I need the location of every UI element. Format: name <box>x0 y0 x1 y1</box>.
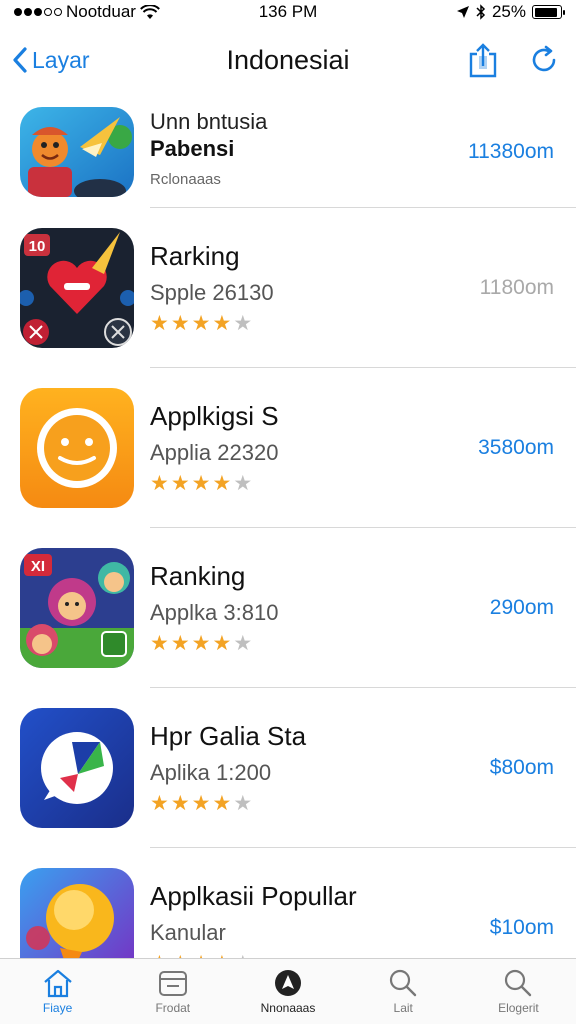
star-empty-icon: ★ <box>233 632 253 655</box>
star-full-icon: ★ <box>191 632 211 655</box>
star-full-icon: ★ <box>212 792 232 815</box>
app-price[interactable]: 290om <box>490 596 554 620</box>
tab-frodat[interactable]: Frodat <box>115 959 230 1024</box>
app-price[interactable]: 11380om <box>468 140 554 164</box>
app-row[interactable]: 10 Rarking Spple 26130 ★ ★ ★ ★ ★ 1180om <box>0 208 576 368</box>
star-rating: ★★★★★ <box>150 792 576 816</box>
tab-label: Elogerit <box>498 1001 539 1015</box>
app-row[interactable]: XI Ranking Applka 3:810 ★ ★ ★ ★ ★ 290om <box>0 528 576 688</box>
back-label: Layar <box>32 46 90 73</box>
chevron-left-icon <box>13 47 27 73</box>
app-icon-smiley <box>20 388 134 508</box>
star-full-icon: ★ <box>150 312 169 335</box>
app-row[interactable]: Unn bntusia Pabensi Rclonaaas 11380om <box>0 96 576 208</box>
share-icon <box>469 43 497 78</box>
app-row[interactable]: Applkigsi S Applia 22320 ★ ★ ★ ★ ★ 3580om <box>0 368 576 528</box>
nav-actions <box>468 42 564 78</box>
app-list: Unn bntusia Pabensi Rclonaaas 11380om 10 <box>0 96 576 958</box>
navigation-icon <box>275 970 301 996</box>
app-name: Ranking <box>150 561 246 591</box>
tab-home[interactable]: Fiaye <box>0 959 115 1024</box>
back-button[interactable]: Layar <box>12 46 90 74</box>
star-rating: ★★★★★ <box>150 312 576 336</box>
tab-label: Fiaye <box>42 1001 73 1015</box>
search-icon <box>390 969 417 997</box>
app-icon-cartoon-characters: XI <box>20 548 134 668</box>
star-full-icon: ★ <box>170 792 190 815</box>
svg-text:XI: XI <box>31 558 45 575</box>
battery-fill <box>534 7 557 17</box>
app-price[interactable]: $80om <box>490 756 554 780</box>
star-full-icon: ★ <box>170 472 190 495</box>
search-icon <box>505 969 532 997</box>
refresh-icon <box>532 45 556 72</box>
star-full-icon: ★ <box>191 792 211 815</box>
star-full-icon: ★ <box>170 632 190 655</box>
app-icon-character-rocket <box>20 107 134 197</box>
navigation-bar: Layar Indonesiai <box>0 32 576 88</box>
signal-strength-icon <box>14 8 62 16</box>
battery-icon <box>532 5 565 19</box>
star-empty-icon: ★ <box>233 472 253 495</box>
star-half-icon: ★ <box>212 632 232 655</box>
app-name: Applkasii Popullar <box>150 881 357 911</box>
app-name: Rarking <box>150 241 240 271</box>
app-price[interactable]: 3580om <box>478 436 554 460</box>
location-arrow-icon <box>456 6 469 18</box>
status-bar: Nootduar 136 PM 25% <box>0 0 576 24</box>
app-price[interactable]: 1180om <box>480 276 554 300</box>
app-icon-heart-game: 10 <box>20 228 134 348</box>
app-name: Unn bntusia <box>150 109 268 134</box>
star-full-icon: ★ <box>150 632 169 655</box>
status-right: 25% <box>456 2 565 22</box>
star-full-icon: ★ <box>212 472 232 495</box>
app-name: Hpr Galia Sta <box>150 721 307 751</box>
app-price[interactable]: $10om <box>490 916 554 940</box>
tab-nnonaaas[interactable]: Nnonaaas <box>230 959 345 1024</box>
star-full-icon: ★ <box>191 312 211 335</box>
calendar-icon <box>158 971 187 996</box>
star-rating: ★★★★★ <box>150 632 576 656</box>
star-empty-icon: ★ <box>233 792 253 815</box>
app-row[interactable]: Hpr Galia Sta Aplika 1:200 ★ ★ ★ ★ ★ $80om <box>0 688 576 848</box>
app-subtitle: Rclonaaas <box>150 171 221 188</box>
wifi-icon <box>140 4 160 19</box>
tab-elogerit[interactable]: Elogerit <box>461 959 576 1024</box>
star-full-icon: ★ <box>150 792 169 815</box>
star-full-icon: ★ <box>170 312 190 335</box>
star-full-icon: ★ <box>212 312 232 335</box>
battery-percent: 25% <box>491 2 526 21</box>
status-left: Nootduar <box>14 2 160 22</box>
tab-label: Lait <box>393 1001 413 1015</box>
star-full-icon: ★ <box>150 472 169 495</box>
tab-lait[interactable]: Lait <box>346 959 461 1024</box>
tab-bar: Fiaye Frodat Nnonaaas Lait Elogerit <box>0 958 576 1024</box>
star-rating: ★★★★★ <box>150 472 576 496</box>
home-icon <box>43 969 72 998</box>
app-icon-balloon <box>20 868 134 958</box>
carrier-name: Nootduar <box>66 2 136 21</box>
share-button[interactable] <box>468 42 498 78</box>
app-icon-chat-bubble <box>20 708 134 828</box>
star-full-icon: ★ <box>191 472 211 495</box>
app-name: Applkigsi S <box>150 401 279 431</box>
app-row[interactable]: Applkasii Popullar Kanular ★★★★★ $10om <box>0 848 576 958</box>
star-empty-icon: ★ <box>233 312 253 335</box>
refresh-button[interactable] <box>528 44 560 76</box>
tab-label: Frodat <box>155 1001 191 1015</box>
bluetooth-icon <box>476 4 486 20</box>
tab-label: Nnonaaas <box>260 1001 316 1015</box>
svg-text:10: 10 <box>29 238 46 255</box>
